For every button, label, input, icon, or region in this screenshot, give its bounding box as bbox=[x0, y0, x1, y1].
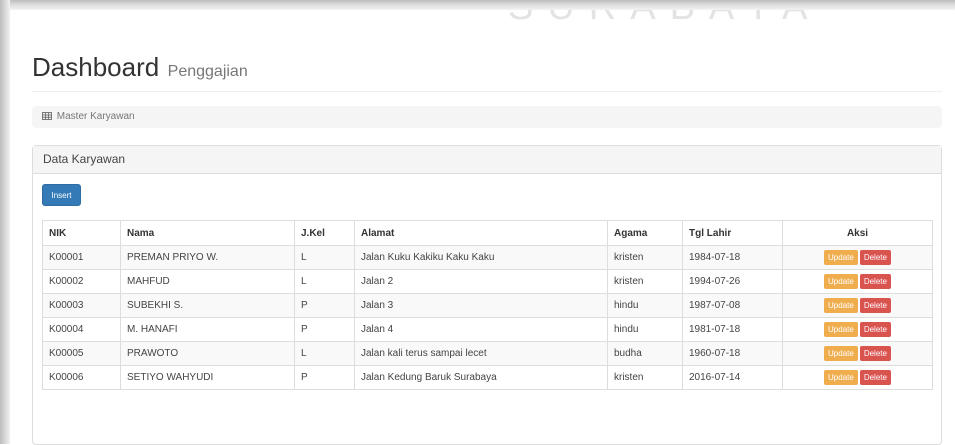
data-karyawan-panel: Data Karyawan Insert NIK Nama J.Kel Alam… bbox=[32, 145, 942, 445]
cell-jkel: L bbox=[294, 245, 355, 270]
delete-button[interactable]: Delete bbox=[859, 346, 891, 361]
cell-nik: K00006 bbox=[42, 365, 121, 390]
cell-aksi: Update Delete bbox=[782, 245, 933, 270]
cell-agama: kristen bbox=[607, 269, 683, 294]
cell-agama: kristen bbox=[607, 245, 683, 270]
cell-nama: SETIYO WAHYUDI bbox=[120, 365, 295, 390]
update-button[interactable]: Update bbox=[824, 370, 858, 385]
cell-tgl-lahir: 2016-07-14 bbox=[682, 365, 783, 390]
cell-jkel: P bbox=[294, 365, 355, 390]
table-row: K00005 PRAWOTO L Jalan kali terus sampai… bbox=[42, 341, 933, 366]
column-header-tgl-lahir: Tgl Lahir bbox=[682, 220, 783, 246]
panel-body: Insert NIK Nama J.Kel Alamat Agama Tgl L… bbox=[33, 174, 941, 390]
cell-nik: K00005 bbox=[42, 341, 121, 366]
table-row: K00004 M. HANAFI P Jalan 4 hindu 1981-07… bbox=[42, 317, 933, 342]
delete-button[interactable]: Delete bbox=[859, 370, 891, 385]
cell-nama: SUBEKHI S. bbox=[120, 293, 295, 318]
breadcrumb-item-master-karyawan[interactable]: Master Karyawan bbox=[57, 111, 135, 122]
window-frame-left bbox=[0, 0, 10, 444]
column-header-jkel: J.Kel bbox=[294, 220, 355, 246]
delete-button[interactable]: Delete bbox=[859, 274, 891, 289]
breadcrumb: Master Karyawan bbox=[32, 106, 942, 128]
cell-agama: budha bbox=[607, 341, 683, 366]
cell-aksi: Update Delete bbox=[782, 269, 933, 294]
table-icon bbox=[42, 107, 52, 120]
table-row: K00006 SETIYO WAHYUDI P Jalan Kedung Bar… bbox=[42, 365, 933, 390]
page-header: Dashboard Penggajian bbox=[32, 52, 942, 92]
cell-tgl-lahir: 1987-07-08 bbox=[682, 293, 783, 318]
column-header-nik: NIK bbox=[42, 220, 121, 246]
delete-button[interactable]: Delete bbox=[859, 298, 891, 313]
cell-nik: K00004 bbox=[42, 317, 121, 342]
table-row: K00001 PREMAN PRIYO W. L Jalan Kuku Kaki… bbox=[42, 245, 933, 270]
cell-nama: PRAWOTO bbox=[120, 341, 295, 366]
cell-nik: K00001 bbox=[42, 245, 121, 270]
cell-nik: K00002 bbox=[42, 269, 121, 294]
cell-aksi: Update Delete bbox=[782, 365, 933, 390]
cell-tgl-lahir: 1984-07-18 bbox=[682, 245, 783, 270]
column-header-alamat: Alamat bbox=[354, 220, 608, 246]
page-title: Dashboard bbox=[32, 52, 160, 82]
table-row: K00003 SUBEKHI S. P Jalan 3 hindu 1987-0… bbox=[42, 293, 933, 318]
column-header-agama: Agama bbox=[607, 220, 683, 246]
update-button[interactable]: Update bbox=[824, 298, 858, 313]
cell-aksi: Update Delete bbox=[782, 293, 933, 318]
cell-nama: MAHFUD bbox=[120, 269, 295, 294]
table-header-row: NIK Nama J.Kel Alamat Agama Tgl Lahir Ak… bbox=[42, 220, 933, 246]
cell-alamat: Jalan kali terus sampai lecet bbox=[354, 341, 608, 366]
cell-tgl-lahir: 1960-07-18 bbox=[682, 341, 783, 366]
cell-agama: kristen bbox=[607, 365, 683, 390]
page-subtitle: Penggajian bbox=[167, 63, 248, 80]
cell-aksi: Update Delete bbox=[782, 317, 933, 342]
insert-button[interactable]: Insert bbox=[42, 184, 81, 206]
panel-title: Data Karyawan bbox=[33, 146, 941, 174]
cell-jkel: L bbox=[294, 341, 355, 366]
cell-agama: hindu bbox=[607, 317, 683, 342]
cell-alamat: Jalan Kedung Baruk Surabaya bbox=[354, 365, 608, 390]
update-button[interactable]: Update bbox=[824, 322, 858, 337]
cell-alamat: Jalan 2 bbox=[354, 269, 608, 294]
cell-alamat: Jalan 4 bbox=[354, 317, 608, 342]
cell-jkel: P bbox=[294, 317, 355, 342]
window-frame-top bbox=[0, 0, 955, 10]
cell-alamat: Jalan Kuku Kakiku Kaku Kaku bbox=[354, 245, 608, 270]
delete-button[interactable]: Delete bbox=[859, 322, 891, 337]
page: Dashboard Penggajian Master Karyawan Dat… bbox=[32, 10, 942, 445]
update-button[interactable]: Update bbox=[824, 346, 858, 361]
cell-jkel: P bbox=[294, 293, 355, 318]
cell-jkel: L bbox=[294, 269, 355, 294]
cell-nama: M. HANAFI bbox=[120, 317, 295, 342]
column-header-nama: Nama bbox=[120, 220, 295, 246]
karyawan-table: NIK Nama J.Kel Alamat Agama Tgl Lahir Ak… bbox=[42, 220, 933, 390]
delete-button[interactable]: Delete bbox=[859, 250, 891, 265]
cell-tgl-lahir: 1994-07-26 bbox=[682, 269, 783, 294]
update-button[interactable]: Update bbox=[824, 250, 858, 265]
cell-nik: K00003 bbox=[42, 293, 121, 318]
column-header-aksi: Aksi bbox=[782, 220, 933, 246]
cell-agama: hindu bbox=[607, 293, 683, 318]
cell-nama: PREMAN PRIYO W. bbox=[120, 245, 295, 270]
cell-alamat: Jalan 3 bbox=[354, 293, 608, 318]
cell-tgl-lahir: 1981-07-18 bbox=[682, 317, 783, 342]
update-button[interactable]: Update bbox=[824, 274, 858, 289]
table-row: K00002 MAHFUD L Jalan 2 kristen 1994-07-… bbox=[42, 269, 933, 294]
cell-aksi: Update Delete bbox=[782, 341, 933, 366]
